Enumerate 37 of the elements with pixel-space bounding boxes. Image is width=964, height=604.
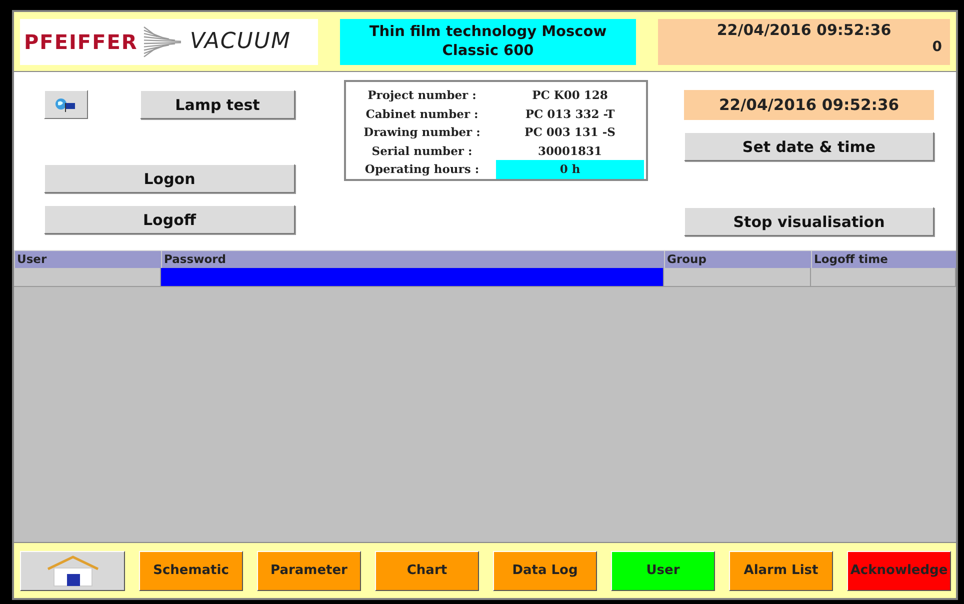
info-value: PC K00 128	[531, 87, 609, 104]
language-button[interactable]	[44, 90, 88, 119]
nav-button[interactable]: User	[611, 550, 715, 590]
set-date-time-button[interactable]: Set date & time	[684, 132, 934, 161]
lamp-test-button[interactable]: Lamp test	[140, 90, 295, 119]
counter-text: 0	[931, 38, 942, 54]
info-label: Drawing number :	[362, 124, 482, 141]
table-cell[interactable]	[811, 268, 956, 286]
info-value: 0 h	[496, 160, 644, 178]
globe-flag-icon	[55, 98, 77, 112]
info-value: 30001831	[536, 142, 603, 160]
nav-button[interactable]: Chart	[375, 550, 479, 590]
table-cell[interactable]	[14, 268, 161, 286]
nav-button[interactable]: Alarm List	[729, 550, 833, 590]
info-label: Cabinet number :	[364, 106, 480, 122]
info-label: Serial number :	[370, 142, 474, 160]
logo-text: VACUUM	[190, 29, 291, 54]
logo-text: PFEIFFER	[24, 30, 138, 54]
title-text: Classic 600	[442, 42, 534, 60]
table-cell[interactable]	[161, 268, 664, 286]
nav-button[interactable]: Data Log	[493, 550, 597, 590]
info-label: Operating hours :	[364, 161, 480, 178]
nav-button[interactable]: Acknowledge	[847, 550, 951, 590]
house-icon	[44, 554, 100, 586]
logon-button[interactable]: Logon	[44, 164, 295, 193]
info-value: PC 013 332 -T	[524, 106, 616, 122]
info-value: PC 003 131 -S	[524, 124, 616, 141]
stop-visualisation-button[interactable]: Stop visualisation	[684, 207, 934, 236]
logoff-button[interactable]: Logoff	[44, 205, 295, 234]
title-text: Thin film technology Moscow	[369, 22, 607, 42]
nav-button[interactable]: Parameter	[257, 550, 361, 590]
datetime-display: 22/04/2016 09:52:36	[684, 90, 934, 120]
table-cell[interactable]	[664, 268, 811, 286]
info-label: Project number :	[366, 87, 478, 104]
nav-button[interactable]: Schematic	[139, 550, 243, 590]
home-button[interactable]	[20, 550, 125, 590]
datetime-text: 22/04/2016 09:52:36	[716, 20, 892, 38]
